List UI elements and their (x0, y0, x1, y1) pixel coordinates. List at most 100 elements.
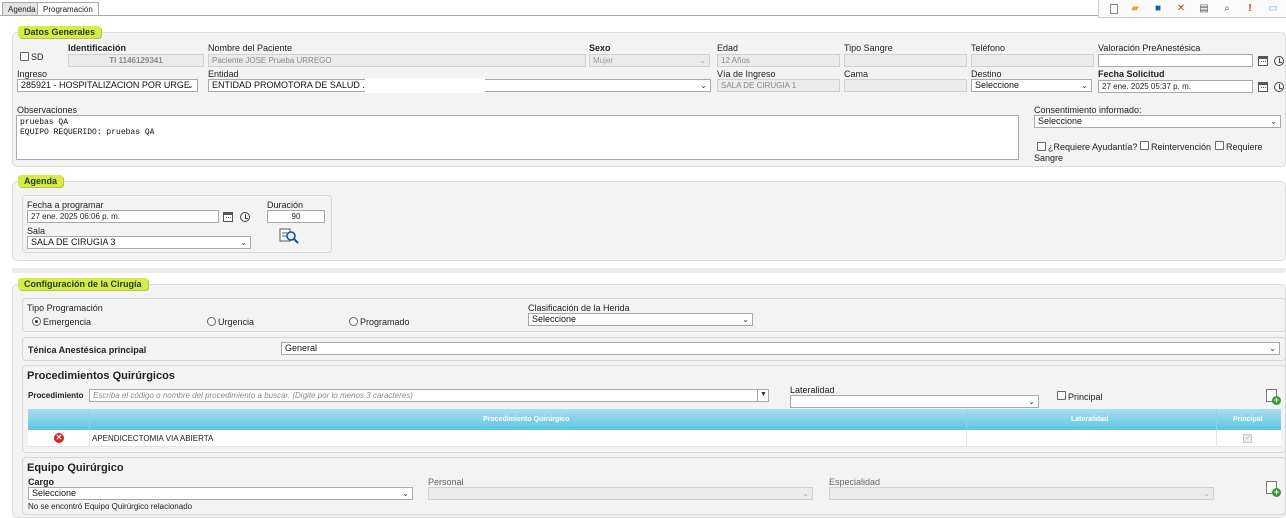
preview-icon[interactable]: ⌕ (1221, 3, 1233, 15)
fecha-solicitud-field[interactable]: 27 ene. 2025 05:37 p. m. (1098, 80, 1253, 93)
add-team-member-icon[interactable] (1266, 481, 1281, 497)
tab-divider (0, 15, 1286, 16)
ingreso-label: Ingreso (17, 69, 48, 79)
entidad-label: Entidad (208, 69, 239, 79)
requiere-ayudantia-checkbox[interactable] (1037, 142, 1046, 151)
cargo-select[interactable]: Seleccione ⌄ (28, 487, 413, 500)
add-procedure-icon[interactable] (1266, 389, 1281, 405)
column-divider (1216, 409, 1217, 430)
calendar-icon[interactable] (1258, 82, 1268, 92)
chevron-down-icon: ⌄ (1269, 344, 1276, 353)
chevron-down-icon: ⌄ (240, 238, 247, 247)
radio-urgencia[interactable] (207, 317, 216, 326)
procedimiento-label: Procedimiento (28, 391, 84, 400)
personal-label: Personal (428, 477, 464, 487)
folder-icon[interactable]: ▰ (1129, 3, 1141, 15)
fecha-programar-field[interactable]: 27 ene. 2025 06:06 p. m. (27, 210, 219, 223)
observaciones-label: Observaciones (17, 105, 78, 115)
procedimiento-cell: APENDICECTOMIA VIA ABIERTA (92, 434, 214, 443)
equipo-empty-message: No se encontró Equipo Quirúrgico relacio… (28, 502, 193, 511)
valoracion-label: Valoración PreAnestésica (1098, 43, 1201, 53)
cancel-icon[interactable]: ✕ (1175, 3, 1187, 15)
sexo-label: Sexo (589, 43, 611, 53)
procedures-table-header: Procedimiento Quirúrgico Lateralidad Pri… (28, 409, 1281, 430)
chevron-down-icon: ⌄ (1203, 489, 1210, 498)
duracion-label: Duración (267, 200, 304, 210)
column-divider (89, 409, 90, 430)
lateralidad-select[interactable]: ⌄ (790, 395, 1039, 408)
comment-icon[interactable]: ▭ (1267, 3, 1279, 15)
requiere-sangre-checkbox[interactable] (1215, 141, 1224, 150)
procedimiento-search-input[interactable]: Escriba el código o nombre del procedimi… (89, 389, 769, 402)
column-divider (966, 409, 967, 430)
consentimiento-label: Consentimiento informado: (1034, 105, 1142, 115)
cama-label: Cama (844, 69, 869, 79)
sala-label: Sala (27, 226, 46, 236)
lateralidad-label: Lateralidad (790, 385, 835, 395)
reintervencion-checkbox[interactable] (1140, 141, 1149, 150)
tecnica-anestesica-select[interactable]: General ⌄ (281, 342, 1280, 355)
equipo-title: Equipo Quirúrgico (27, 462, 124, 474)
sd-checkbox[interactable] (20, 52, 29, 61)
principal-cell-checkbox (1243, 433, 1252, 443)
requiere-sangre-label: Requiere (1226, 142, 1263, 152)
especialidad-label: Especialidad (829, 477, 881, 487)
table-row: ✕ APENDICECTOMIA VIA ABIERTA (28, 430, 1281, 447)
destino-select[interactable]: Seleccione ⌄ (971, 79, 1092, 92)
chevron-down-icon: ⌄ (187, 81, 194, 90)
procedimiento-dropdown-button[interactable]: ▼ (757, 389, 769, 402)
reintervencion-label: Reintervención (1151, 142, 1212, 152)
duracion-field[interactable]: 90 (267, 210, 325, 223)
column-principal: Principal (1233, 416, 1263, 423)
destino-label: Destino (971, 69, 1002, 79)
consentimiento-select[interactable]: Seleccione ⌄ (1034, 115, 1281, 128)
identificacion-field: TI 1146129341 (68, 54, 204, 67)
principal-label: Principal (1068, 392, 1103, 402)
nombre-paciente-field: Paciente JOSE Prueba URREGO (208, 54, 586, 67)
clock-icon[interactable] (1274, 56, 1284, 66)
principal-checkbox[interactable] (1057, 391, 1066, 400)
sala-select[interactable]: SALA DE CIRUGIA 3 ⌄ (27, 236, 251, 249)
chevron-down-icon: ⌄ (1081, 81, 1088, 90)
cell-divider (966, 430, 967, 447)
via-ingreso-label: Vía de Ingreso (717, 69, 776, 79)
column-procedimiento: Procedimiento Quirúrgico (483, 416, 570, 423)
delete-row-icon[interactable]: ✕ (54, 433, 64, 443)
print-icon[interactable]: ▤ (1198, 3, 1210, 15)
nombre-paciente-label: Nombre del Paciente (208, 43, 293, 53)
edad-field: 12 Años (717, 54, 840, 67)
clock-icon[interactable] (240, 212, 250, 222)
chevron-down-icon: ⌄ (742, 315, 749, 324)
requiere-ayudantia-label: ¿Requiere Ayudantía? (1048, 142, 1138, 152)
toolbar: ▰ ■ ✕ ▤ ⌕ ! ▭ (1098, 0, 1286, 18)
chevron-down-icon: ⌄ (802, 489, 809, 498)
tab-programacion[interactable]: Programación (37, 2, 99, 16)
ingreso-select[interactable]: 285921 - HOSPITALIZACION POR URGE ⌄ (17, 79, 198, 92)
cargo-label: Cargo (28, 477, 55, 487)
valoracion-field[interactable] (1098, 54, 1253, 67)
calendar-icon[interactable] (223, 212, 233, 222)
radio-programado[interactable] (349, 317, 358, 326)
new-document-icon[interactable] (1110, 3, 1118, 14)
especialidad-select: ⌄ (829, 487, 1214, 500)
radio-emergencia[interactable] (32, 317, 41, 326)
radio-urgencia-label: Urgencia (218, 317, 255, 327)
clasificacion-herida-select[interactable]: Seleccione ⌄ (528, 313, 753, 326)
fecha-programar-label: Fecha a programar (27, 200, 104, 210)
clock-icon[interactable] (1274, 82, 1284, 92)
radio-emergencia-label: Emergencia (43, 317, 92, 327)
personal-select: ⌄ (428, 487, 813, 500)
tab-agenda[interactable]: Agenda (2, 2, 42, 15)
chevron-down-icon: ⌄ (700, 81, 707, 90)
alert-icon[interactable]: ! (1244, 3, 1256, 15)
telefono-label: Teléfono (971, 43, 1006, 53)
chevron-down-icon: ⌄ (402, 489, 409, 498)
observaciones-textarea[interactable]: pruebas QA EQUIPO REQUERIDO: pruebas QA (16, 115, 1019, 160)
search-schedule-icon[interactable] (279, 227, 299, 245)
calendar-icon[interactable] (1258, 56, 1268, 66)
configuracion-legend: Configuración de la Cirugía (18, 278, 148, 290)
sexo-select: Mujer ⌄ (589, 54, 710, 67)
save-icon[interactable]: ■ (1152, 3, 1164, 15)
tecnica-anestesica-label: Ténica Anestésica principal (28, 345, 147, 355)
cell-divider (1216, 430, 1217, 447)
